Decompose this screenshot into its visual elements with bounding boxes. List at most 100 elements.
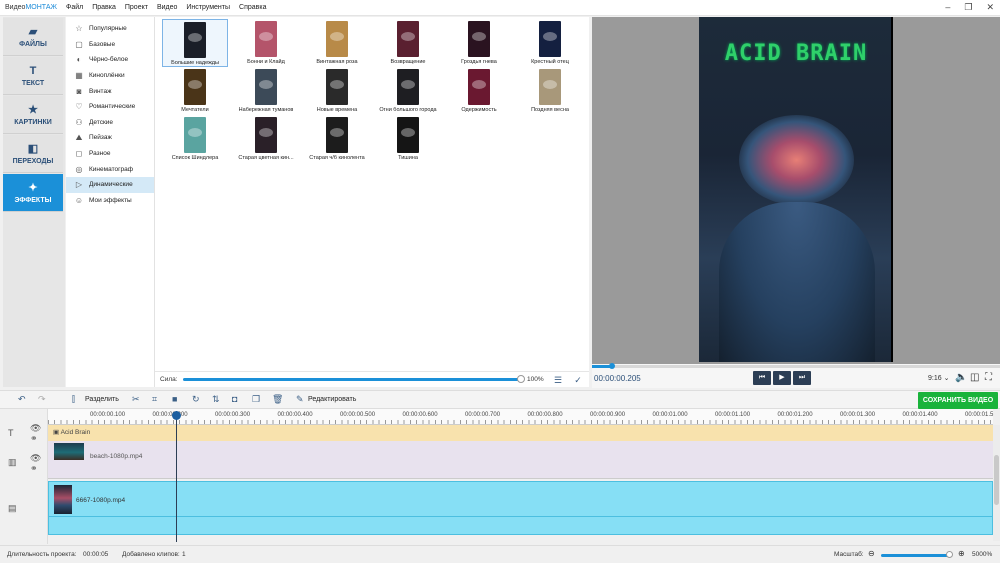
app-title-prefix: Видео [5, 4, 26, 11]
effect-tile[interactable]: Список Шиндлера [162, 115, 228, 163]
playback-progress[interactable] [592, 363, 1000, 369]
playback-progress-knob[interactable] [609, 363, 615, 369]
menu-item[interactable]: Файл [66, 4, 83, 11]
timeline-ruler[interactable]: 00:00:00.100 00:00:00.200 00:00:00.300 00:0… [48, 409, 993, 425]
overlay-video-track[interactable]: beach-1080p.mp4 [48, 441, 993, 479]
apply-all-icon[interactable]: ✓ [572, 374, 584, 386]
effect-label: Тишина [398, 155, 418, 161]
video-preview[interactable]: ACID BRAIN [699, 17, 893, 362]
playhead[interactable] [172, 411, 181, 542]
effect-tile[interactable]: Огни большого города [375, 67, 441, 115]
zoom-slider-track[interactable] [881, 554, 951, 557]
text-icon: T [29, 64, 37, 77]
delete-icon[interactable]: 🗑 [272, 394, 283, 405]
menu-item[interactable]: Проект [125, 4, 148, 11]
nav-transitions[interactable]: ◧ ПЕРЕХОДЫ [3, 135, 63, 173]
effect-label: Мечтатели [181, 107, 209, 113]
minimize-icon[interactable]: – [945, 2, 950, 13]
timeline-scrollbar[interactable] [48, 535, 993, 541]
category-item[interactable]: ▦ Киноплёнки [66, 68, 154, 84]
category-item[interactable]: ▷ Динамические [66, 176, 154, 193]
effect-tile[interactable]: Бонни и Клайд [233, 19, 299, 67]
effect-tile[interactable]: Крестный отец [517, 19, 583, 67]
crop-icon[interactable]: ⌗ [152, 394, 157, 405]
main-video-track[interactable]: 6667-1080p.mp4 [48, 481, 993, 517]
audio-track[interactable] [48, 517, 993, 535]
effect-tile[interactable]: Поздняя весна [517, 67, 583, 115]
scrollbar-thumb[interactable] [994, 455, 999, 505]
zoom-in-icon[interactable]: ⊕ [958, 549, 965, 558]
zoom-label: Масштаб: [834, 551, 864, 558]
timeline-vertical-scrollbar[interactable] [993, 425, 1000, 541]
fullscreen-icon[interactable]: ⛶ [985, 372, 992, 383]
playhead-handle[interactable] [172, 411, 181, 420]
close-icon[interactable]: ✕ [986, 2, 994, 13]
copy-icon[interactable]: ❐ [252, 394, 260, 405]
nav-magic-wand[interactable]: ✦ ЭФФЕКТЫ [3, 174, 63, 212]
edit-button[interactable]: Редактировать [308, 396, 356, 403]
effect-tile[interactable]: Возвращение [375, 19, 441, 67]
effect-thumbnail [184, 117, 206, 153]
effect-tile[interactable]: Новые времена [304, 67, 370, 115]
zoom-out-icon[interactable]: ⊖ [868, 549, 875, 558]
strength-slider-knob[interactable] [517, 375, 525, 383]
clip-thumbnail[interactable] [54, 443, 84, 460]
zoom-slider-knob[interactable] [946, 551, 953, 558]
effect-tile[interactable]: Мечтатели [162, 67, 228, 115]
effect-tile[interactable]: Набережная туманов [233, 67, 299, 115]
category-item[interactable]: ☺ Мои эффекты [66, 193, 154, 209]
text-clip-label: Acid Brain [60, 429, 91, 436]
snapshot-icon[interactable]: ◫ [970, 372, 979, 383]
category-item[interactable]: ☆ Популярные [66, 21, 154, 37]
split-icon[interactable]: ⫿ [72, 394, 75, 405]
maximize-icon[interactable]: ❐ [964, 2, 972, 13]
category-item[interactable]: ♡ Романтические [66, 99, 154, 115]
nav-text[interactable]: T ТЕКСТ [3, 57, 63, 95]
effect-tile[interactable]: Большие надежды [162, 19, 228, 67]
cut-icon[interactable]: ✂ [132, 394, 140, 405]
link-icon[interactable]: ⚭ [30, 433, 38, 444]
stabilize-icon[interactable]: ◘ [232, 394, 237, 404]
next-frame-button[interactable]: ⏭ [793, 371, 811, 385]
menu-item[interactable]: Правка [92, 4, 116, 11]
menu-item[interactable]: Инструменты [186, 4, 230, 11]
frame-icon[interactable]: ■ [172, 394, 177, 404]
clip-thumbnail[interactable] [54, 485, 72, 514]
menu-item[interactable]: Видео [157, 4, 177, 11]
category-item[interactable]: ▢ Базовые [66, 37, 154, 53]
volume-icon[interactable]: 🔈 [955, 372, 967, 383]
category-item[interactable]: ⚇ Детские [66, 115, 154, 131]
redo-icon[interactable]: ↷ [38, 394, 46, 405]
nav-star[interactable]: ★ КАРТИНКИ [3, 96, 63, 134]
previous-frame-button[interactable]: ⏮ [753, 371, 771, 385]
link-icon[interactable]: ⚭ [30, 463, 38, 474]
category-item[interactable]: ◙ Винтаж [66, 83, 154, 99]
effect-tile[interactable]: Старая ч/б кинолента [304, 115, 370, 163]
strength-value: 100% [527, 376, 544, 383]
undo-icon[interactable]: ↶ [18, 394, 26, 405]
effect-tile[interactable]: Винтажная роза [304, 19, 370, 67]
category-label: Детские [89, 118, 114, 126]
rotate-icon[interactable]: ↻ [192, 394, 200, 405]
strength-slider-track[interactable] [183, 378, 523, 381]
category-item[interactable]: ◎ Кинематограф [66, 161, 154, 177]
effect-tile[interactable]: Старая цветная кин... [233, 115, 299, 163]
aspect-ratio-select[interactable]: 9:16 ⌄ [928, 374, 949, 382]
left-navigation: ▰ ФАЙЛЫ T ТЕКСТ ★ КАРТИНКИ ◧ ПЕРЕХОДЫ ✦ ЭФФЕКТЫ [3, 17, 65, 387]
effect-tile[interactable]: Одержимость [446, 67, 512, 115]
menu-item[interactable]: Справка [239, 4, 266, 11]
category-item[interactable]: ⛰ Пейзаж [66, 130, 154, 146]
speed-icon[interactable]: ⇅ [212, 394, 220, 405]
text-clip[interactable]: ▣ Acid Brain [53, 428, 90, 436]
save-video-button[interactable]: СОХРАНИТЬ ВИДЕО [918, 392, 998, 409]
category-item[interactable]: ◻ Разное [66, 146, 154, 162]
text-track[interactable]: ▣ Acid Brain [48, 425, 993, 441]
effect-tile[interactable]: Гроздья гнева [446, 19, 512, 67]
edit-icon[interactable]: ✎ [296, 394, 304, 405]
split-button[interactable]: Разделить [85, 396, 119, 403]
effect-tile[interactable]: Тишина [375, 115, 441, 163]
category-item[interactable]: ◐ Чёрно-белое [66, 52, 154, 68]
adjust-icon[interactable]: ☰ [552, 374, 564, 386]
nav-files[interactable]: ▰ ФАЙЛЫ [3, 18, 63, 56]
play-button[interactable]: ▶ [773, 371, 791, 385]
